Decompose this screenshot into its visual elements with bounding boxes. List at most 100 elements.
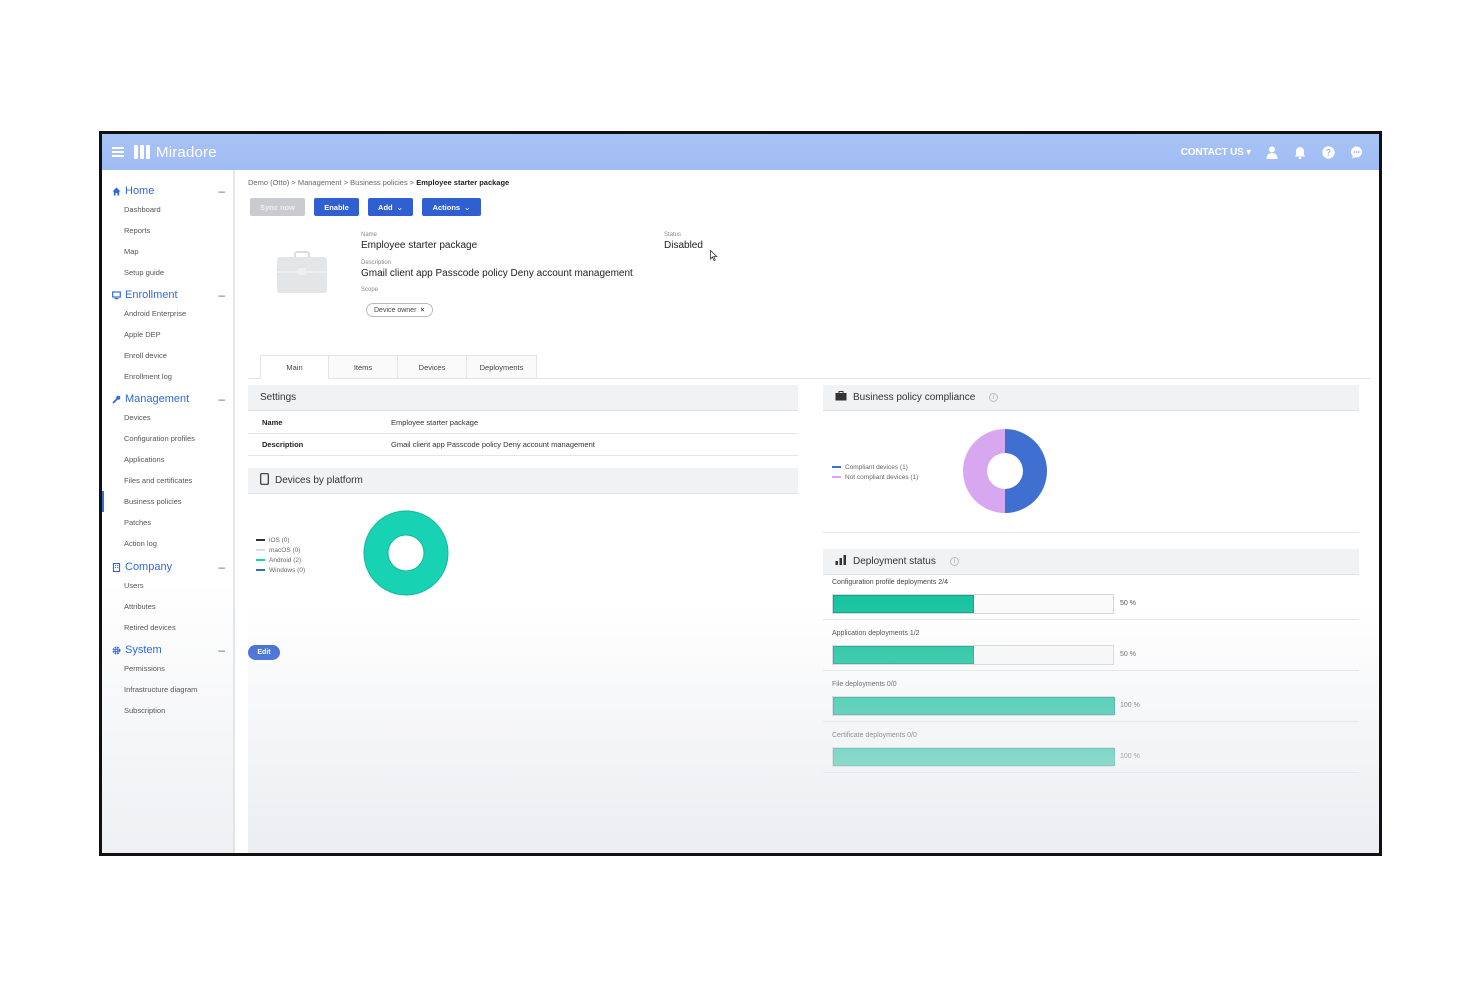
deployment-progress-bar [832, 594, 1114, 614]
user-icon[interactable] [1265, 145, 1279, 159]
sidebar-item[interactable]: Retired devices [102, 617, 235, 638]
sidebar-item[interactable]: Setup guide [102, 262, 235, 283]
collapse-icon[interactable]: – [218, 184, 225, 198]
platform-donut-chart [363, 510, 449, 596]
enable-button[interactable]: Enable [314, 198, 359, 216]
sidebar-item[interactable]: Reports [102, 220, 235, 241]
tab-main[interactable]: Main [260, 355, 329, 379]
legend-label: Compliant devices (1) [845, 463, 908, 471]
sidebar: Home – Dashboard Reports Map Setup guide… [102, 170, 235, 853]
sidebar-item[interactable]: Infrastructure diagram [102, 679, 235, 700]
tab-deployments[interactable]: Deployments [467, 355, 537, 379]
deployment-label: Application deployments 1/2 [832, 630, 920, 637]
settings-header: Settings [248, 385, 798, 411]
legend-swatch [256, 569, 265, 571]
sidebar-item[interactable]: Enrollment log [102, 366, 235, 387]
sidebar-section-header[interactable]: Home – [102, 183, 235, 199]
remove-icon[interactable]: × [420, 307, 424, 314]
deployment-percent: 50 % [1120, 651, 1136, 658]
logo-mark-icon [134, 145, 150, 159]
sidebar-item[interactable]: Android Enterprise [102, 303, 235, 324]
legend-label: Android (2) [269, 556, 302, 564]
donut-segment-compliant [1005, 429, 1047, 513]
app-logo[interactable]: Miradore [134, 144, 217, 161]
app-window: Miradore CONTACT US ▾ ? Home – Dashboard… [99, 131, 1382, 856]
sidebar-item[interactable]: Apple DEP [102, 324, 235, 345]
bell-icon[interactable] [1293, 145, 1307, 159]
deployment-progress-fill [833, 748, 1115, 766]
deployment-progress-fill [833, 697, 1115, 715]
menu-icon[interactable] [112, 147, 124, 157]
sidebar-item[interactable]: Map [102, 241, 235, 262]
device-icon [260, 473, 269, 488]
add-button[interactable]: Add ⌄ [368, 198, 413, 216]
breadcrumb-link[interactable]: Business policies [350, 178, 408, 187]
legend-item: iOS (0) [256, 535, 305, 545]
top-bar: Miradore CONTACT US ▾ ? [102, 134, 1379, 170]
settings-title: Settings [260, 392, 297, 403]
legend-swatch [256, 549, 265, 551]
legend-swatch [832, 476, 841, 478]
collapse-icon[interactable]: – [218, 392, 225, 406]
sidebar-section-enrollment: Enrollment – Android Enterprise Apple DE… [102, 287, 235, 387]
collapse-icon[interactable]: – [218, 643, 225, 657]
settings-row: Description Gmail client app Passcode po… [248, 434, 798, 456]
collapse-icon[interactable]: – [218, 288, 225, 302]
sidebar-item[interactable]: Attributes [102, 596, 235, 617]
policy-name: Employee starter package [361, 240, 478, 251]
sidebar-item-business-policies[interactable]: Business policies [102, 491, 235, 512]
sidebar-item[interactable]: Subscription [102, 700, 235, 721]
deployment-percent: 100 % [1120, 702, 1140, 709]
sync-now-button[interactable]: Sync now [250, 198, 305, 216]
donut-segment-android [364, 511, 448, 595]
sidebar-section-header[interactable]: Enrollment – [102, 287, 235, 303]
briefcase-icon [835, 391, 847, 404]
scope-chip[interactable]: Device owner × [366, 303, 433, 317]
scope-chip-label: Device owner [374, 306, 417, 314]
sidebar-section-header[interactable]: Management – [102, 391, 235, 407]
chat-icon[interactable] [1349, 145, 1363, 159]
breadcrumb-link[interactable]: Demo (Otto) [248, 178, 289, 187]
breadcrumb-current: Employee starter package [416, 178, 510, 187]
row-divider [823, 772, 1359, 773]
sidebar-section-header[interactable]: System – [102, 642, 235, 658]
sidebar-item[interactable]: Patches [102, 512, 235, 533]
app-name: Miradore [156, 143, 217, 161]
deployment-progress-fill [833, 646, 974, 664]
section-divider [823, 532, 1359, 533]
actions-button[interactable]: Actions ⌄ [422, 198, 481, 216]
sidebar-item[interactable]: Applications [102, 449, 235, 470]
sidebar-section-system: System – Permissions Infrastructure diag… [102, 642, 235, 721]
legend-label: Not compliant devices (1) [845, 473, 919, 481]
info-icon[interactable]: i [989, 393, 999, 402]
bottom-shade [248, 603, 1379, 853]
sidebar-item[interactable]: Devices [102, 407, 235, 428]
sidebar-section-label: Management [125, 393, 190, 405]
donut-segment-not-compliant [963, 429, 1005, 513]
edit-button[interactable]: Edit [248, 645, 280, 660]
sidebar-item[interactable]: Action log [102, 533, 235, 554]
deployment-progress-fill [833, 595, 974, 613]
tab-items[interactable]: Items [329, 355, 398, 379]
contact-us-button[interactable]: CONTACT US ▾ [1181, 147, 1251, 158]
collapse-icon[interactable]: – [218, 560, 225, 574]
sidebar-item[interactable]: Configuration profiles [102, 428, 235, 449]
sidebar-item[interactable]: Users [102, 575, 235, 596]
tab-devices[interactable]: Devices [398, 355, 467, 379]
sidebar-item[interactable]: Dashboard [102, 199, 235, 220]
breadcrumb-link[interactable]: Management [298, 178, 342, 187]
legend-label: macOS (0) [269, 546, 301, 554]
compliance-legend: Compliant devices (1) Not compliant devi… [832, 462, 918, 482]
legend-label: Windows (0) [269, 566, 306, 574]
chevron-down-icon: ⌄ [396, 202, 403, 212]
policy-description: Gmail client app Passcode policy Deny ac… [361, 268, 633, 279]
description-label: Description [361, 260, 392, 266]
tab-bar: Main Items Devices Deployments [260, 355, 537, 379]
info-icon[interactable]: i [949, 557, 959, 566]
sidebar-item[interactable]: Files and certificates [102, 470, 235, 491]
help-icon[interactable]: ? [1321, 145, 1335, 159]
sidebar-section-header[interactable]: Company – [102, 559, 235, 575]
sidebar-item[interactable]: Permissions [102, 658, 235, 679]
sidebar-item[interactable]: Enroll device [102, 345, 235, 366]
main-content: Demo (Otto) > Management > Business poli… [248, 170, 1379, 853]
